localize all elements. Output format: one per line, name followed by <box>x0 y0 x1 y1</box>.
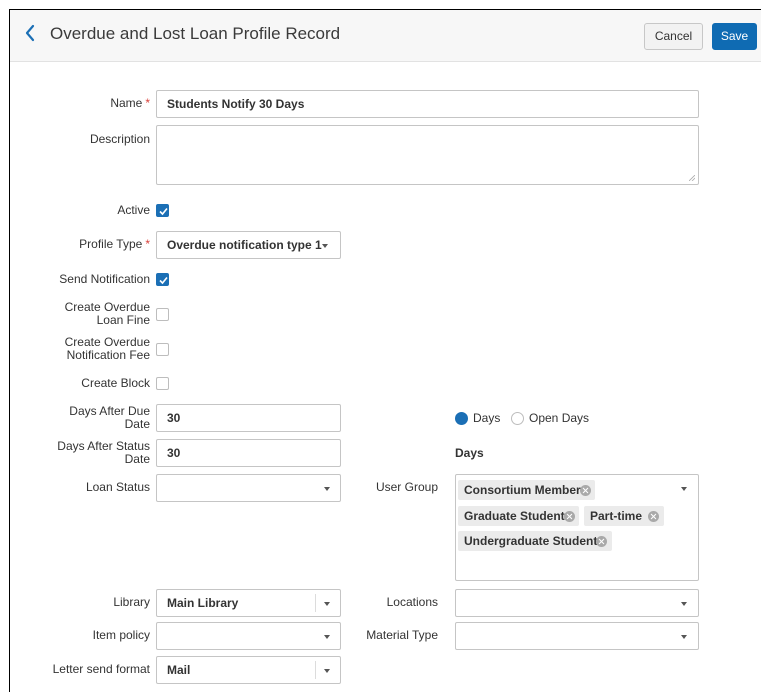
remove-chip-icon[interactable] <box>564 511 575 522</box>
chevron-down-icon <box>324 602 330 606</box>
resize-grip-icon[interactable] <box>689 175 695 181</box>
open-days-radio-label: Open Days <box>529 411 590 425</box>
loan-status-label: Loan Status <box>85 480 150 494</box>
user-group-chip-label: Part-time <box>590 509 643 523</box>
create-block-label: Create Block <box>81 376 150 390</box>
profile-record-page: Overdue and Lost Loan Profile Record Can… <box>9 9 761 692</box>
chevron-down-icon <box>322 244 328 248</box>
select-divider <box>315 661 316 679</box>
chevron-down-icon[interactable] <box>681 487 687 491</box>
user-group-multiselect[interactable]: Consortium Member Graduate Student Part-… <box>455 474 699 581</box>
profile-type-label-text: Profile Type <box>79 237 143 251</box>
create-overdue-notification-fee-checkbox[interactable] <box>156 343 169 356</box>
checkmark-icon <box>159 276 168 285</box>
days-radio-label: Days <box>473 411 501 425</box>
name-label: Name * <box>0 97 150 110</box>
required-mark: * <box>145 96 150 110</box>
description-textarea[interactable] <box>156 125 699 185</box>
name-input[interactable]: Students Notify 30 Days <box>156 90 699 118</box>
library-label: Library <box>113 595 150 609</box>
back-chevron-icon[interactable] <box>23 23 37 43</box>
user-group-chip: Undergraduate Student <box>458 531 612 551</box>
library-select[interactable]: Main Library <box>156 589 341 617</box>
chevron-down-icon <box>681 602 687 606</box>
select-divider <box>315 594 316 612</box>
active-checkbox[interactable] <box>156 204 169 217</box>
checkmark-icon <box>159 207 168 216</box>
days-after-due-date-label-line2: Date <box>124 417 150 431</box>
chevron-down-icon <box>324 669 330 673</box>
user-group-chip-label: Undergraduate Student <box>464 534 598 548</box>
create-overdue-notification-fee-label: Create Overdue Notification Fee <box>0 336 150 362</box>
create-block-checkbox[interactable] <box>156 377 169 390</box>
letter-send-format-value: Mail <box>167 663 191 677</box>
remove-chip-icon[interactable] <box>580 485 591 496</box>
profile-type-label: Profile Type * <box>0 238 150 251</box>
create-overdue-loan-fine-label-line2: Loan Fine <box>96 313 150 327</box>
locations-select[interactable] <box>455 589 699 617</box>
create-overdue-loan-fine-label: Create Overdue Loan Fine <box>0 301 150 327</box>
chevron-down-icon <box>324 635 330 639</box>
days-after-status-date-input[interactable]: 30 <box>156 439 341 467</box>
save-button[interactable]: Save <box>712 23 757 50</box>
chevron-down-icon <box>681 635 687 639</box>
material-type-label: Material Type <box>366 628 438 642</box>
user-group-chip: Consortium Member <box>458 480 595 500</box>
item-policy-label: Item policy <box>92 628 150 642</box>
active-label: Active <box>117 203 150 217</box>
profile-type-select[interactable]: Overdue notification type 1 <box>156 231 341 259</box>
loan-status-select[interactable] <box>156 474 341 502</box>
letter-send-format-select[interactable]: Mail <box>156 656 341 684</box>
remove-chip-icon[interactable] <box>648 511 659 522</box>
user-group-chip-label: Consortium Member <box>464 483 581 497</box>
description-label: Description <box>89 132 150 146</box>
material-type-select[interactable] <box>455 622 699 650</box>
cancel-button[interactable]: Cancel <box>644 23 703 50</box>
page-title: Overdue and Lost Loan Profile Record <box>50 24 341 43</box>
create-overdue-loan-fine-checkbox[interactable] <box>156 308 169 321</box>
user-group-chip-label: Graduate Student <box>464 509 565 523</box>
days-after-status-date-label: Days After Status Date <box>0 440 150 466</box>
locations-label: Locations <box>386 595 438 609</box>
user-group-chip: Graduate Student <box>458 506 579 526</box>
days-heading: Days <box>455 446 484 460</box>
name-label-text: Name <box>110 96 143 110</box>
remove-chip-icon[interactable] <box>596 536 607 547</box>
required-mark: * <box>145 237 150 251</box>
profile-type-value: Overdue notification type 1 <box>167 238 322 252</box>
send-notification-checkbox[interactable] <box>156 273 169 286</box>
library-value: Main Library <box>167 596 239 610</box>
user-group-chip: Part-time <box>584 506 664 526</box>
days-after-due-date-label: Days After Due Date <box>0 405 150 431</box>
user-group-label: User Group <box>375 480 438 494</box>
chevron-down-icon <box>324 487 330 491</box>
days-radio[interactable] <box>455 412 468 425</box>
item-policy-select[interactable] <box>156 622 341 650</box>
days-after-due-date-input[interactable]: 30 <box>156 404 341 432</box>
days-after-status-date-label-line2: Date <box>124 452 150 466</box>
page-header: Overdue and Lost Loan Profile Record Can… <box>10 10 761 62</box>
open-days-radio[interactable] <box>511 412 524 425</box>
send-notification-label: Send Notification <box>59 272 150 286</box>
create-overdue-notification-fee-label-line2: Notification Fee <box>66 348 150 362</box>
letter-send-format-label: Letter send format <box>52 662 150 676</box>
